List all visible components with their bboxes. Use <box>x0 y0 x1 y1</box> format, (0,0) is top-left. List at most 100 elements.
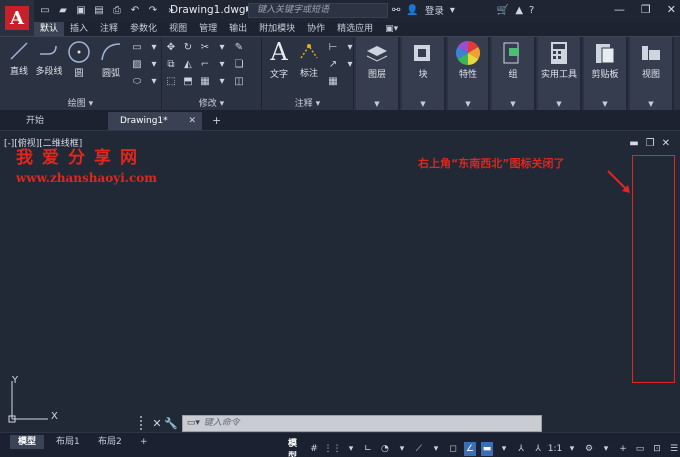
copy-icon[interactable]: ⧉ <box>164 57 178 71</box>
save-as-icon[interactable]: ▤ <box>92 3 106 17</box>
dropdown-icon[interactable]: ▾ <box>566 442 578 456</box>
tab-start[interactable]: 开始 <box>4 112 104 130</box>
help-icon[interactable]: ? <box>529 5 534 16</box>
dropdown-icon[interactable]: ▾ <box>498 442 510 456</box>
dropdown-icon[interactable]: ▼ <box>538 100 580 108</box>
tab-featured-apps[interactable]: 精选应用 <box>331 22 379 36</box>
utilities-panel[interactable]: 实用工具 ▼ <box>538 37 582 111</box>
properties-panel[interactable]: 特性 ▼ <box>448 37 490 111</box>
table-icon[interactable]: ▦ <box>326 74 340 88</box>
dropdown-icon[interactable]: ▾ <box>215 57 229 71</box>
ellipse-icon[interactable]: ⬭ <box>130 74 144 88</box>
layers-panel[interactable]: 图层 ▼ <box>356 37 400 111</box>
tab-layout1[interactable]: 布局1 <box>48 435 88 449</box>
tab-default[interactable]: 默认 <box>34 22 65 36</box>
isodraft-icon[interactable]: ⟋ <box>413 442 425 456</box>
polar-icon[interactable]: ◔ <box>379 442 391 456</box>
tab-layout2[interactable]: 布局2 <box>90 435 130 449</box>
isolate-icon[interactable]: ▭ <box>634 442 646 456</box>
dropdown-icon[interactable]: ▾ <box>215 40 229 54</box>
tab-model[interactable]: 模型 <box>10 435 45 449</box>
rectangle-icon[interactable]: ▭ <box>130 40 144 54</box>
new-file-icon[interactable]: ▭ <box>38 3 52 17</box>
app-menu-button[interactable]: A <box>0 0 34 36</box>
clean-screen-icon[interactable]: ⊡ <box>651 442 663 456</box>
polyline-tool[interactable]: 多段线 <box>34 40 64 77</box>
group-panel[interactable]: 组 ▼ <box>492 37 536 111</box>
close-tab-icon[interactable]: ✕ <box>188 112 196 130</box>
hatch-icon[interactable]: ▨ <box>130 57 144 71</box>
undo-icon[interactable]: ↶ <box>128 3 142 17</box>
dropdown-icon[interactable]: ▾ <box>600 442 612 456</box>
ortho-icon[interactable]: ∟ <box>362 442 374 456</box>
offset-icon[interactable]: ◫ <box>232 74 246 88</box>
dropdown-icon[interactable]: ▾ <box>147 40 161 54</box>
tab-output[interactable]: 输出 <box>223 22 253 36</box>
dropdown-icon[interactable]: ▼ <box>356 100 398 108</box>
dropdown-icon[interactable]: ▾ <box>147 57 161 71</box>
mirror-icon[interactable]: ◭ <box>181 57 195 71</box>
annotation-panel-label[interactable]: 注释 ▾ <box>262 96 353 109</box>
snap-icon[interactable]: ⋮⋮ <box>323 442 341 456</box>
wrench-icon[interactable]: 🔧 <box>164 417 178 430</box>
minimize-icon[interactable]: ▬ <box>629 138 638 149</box>
dropdown-icon[interactable]: ▾ <box>430 442 442 456</box>
autodesk-app-icon[interactable]: ▲ <box>515 5 523 16</box>
plot-icon[interactable]: ⎙ <box>110 3 124 17</box>
trim-icon[interactable]: ✂ <box>198 40 212 54</box>
dropdown-icon[interactable]: ▾ <box>345 442 357 456</box>
view-panel[interactable]: 视图 ▼ <box>630 37 674 111</box>
erase-icon[interactable]: ✎ <box>232 40 246 54</box>
login-button[interactable]: 登录 <box>425 3 444 17</box>
help-search-input[interactable]: 键入关键字或短语 <box>248 3 388 18</box>
dropdown-icon[interactable]: ▾ <box>343 40 357 54</box>
restore-icon[interactable]: ❐ <box>641 3 651 16</box>
redo-icon[interactable]: ↷ <box>146 3 160 17</box>
tab-addins[interactable]: 附加模块 <box>253 22 301 36</box>
minimize-icon[interactable]: — <box>614 3 625 16</box>
tab-view[interactable]: 视图 <box>163 22 193 36</box>
line-tool[interactable]: 直线 <box>6 40 32 77</box>
dropdown-icon[interactable]: ▼ <box>448 100 488 108</box>
close-icon[interactable]: ✕ <box>667 3 676 16</box>
scale-icon[interactable]: ⬒ <box>181 74 195 88</box>
dropdown-icon[interactable]: ▾ <box>147 74 161 88</box>
ribbon-video-icon[interactable]: ▣▾ <box>379 22 404 36</box>
tab-collaborate[interactable]: 协作 <box>301 22 331 36</box>
dynamic-input-icon[interactable]: ∠ <box>463 442 476 456</box>
dropdown-icon[interactable]: ▾ <box>215 74 229 88</box>
arc-tool[interactable]: 圆弧 <box>98 40 124 79</box>
explode-icon[interactable]: ❏ <box>232 57 246 71</box>
tab-annotate[interactable]: 注释 <box>94 22 124 36</box>
drawing-viewport[interactable]: [-][俯视][二维线框] ▬ ❐ ✕ 我爱分享网 www.zhanshaoyi… <box>0 130 680 432</box>
lineweight-icon[interactable]: ▬ <box>480 442 493 456</box>
user-icon[interactable]: 👤 <box>406 5 418 16</box>
command-input[interactable] <box>203 418 541 428</box>
new-tab-button[interactable]: + <box>212 114 221 127</box>
dropdown-icon[interactable]: ▼ <box>584 100 626 108</box>
block-panel[interactable]: 块 ▼ <box>402 37 446 111</box>
close-icon[interactable]: ✕ <box>150 417 164 430</box>
tab-drawing1[interactable]: Drawing1* ✕ <box>108 112 202 130</box>
modify-panel-label[interactable]: 修改 ▾ <box>162 96 261 109</box>
plus-icon[interactable]: + <box>617 442 629 456</box>
restore-icon[interactable]: ❐ <box>646 138 655 149</box>
fillet-icon[interactable]: ⌐ <box>198 57 212 71</box>
move-icon[interactable]: ✥ <box>164 40 178 54</box>
clipboard-panel[interactable]: 剪贴板 ▼ <box>584 37 628 111</box>
model-space-button[interactable]: 模型 <box>288 436 303 457</box>
tab-manage[interactable]: 管理 <box>193 22 223 36</box>
customize-menu-icon[interactable]: ☰ <box>668 442 680 456</box>
command-prompt-icon[interactable]: ▭▾ <box>183 418 204 428</box>
array-icon[interactable]: ▦ <box>198 74 212 88</box>
tab-parametric[interactable]: 参数化 <box>124 22 163 36</box>
login-dropdown-icon[interactable]: ▾ <box>450 5 455 16</box>
dropdown-icon[interactable]: ▾ <box>343 57 357 71</box>
cart-icon[interactable]: 🛒 <box>497 5 509 16</box>
command-input-box[interactable]: ▭▾ <box>182 414 542 432</box>
dropdown-icon[interactable]: ▼ <box>630 100 672 108</box>
scale-label[interactable]: 1:1 <box>548 442 562 456</box>
close-icon[interactable]: ✕ <box>662 138 670 149</box>
rotate-icon[interactable]: ↻ <box>181 40 195 54</box>
annotation-visibility-icon[interactable]: ⅄ <box>532 442 544 456</box>
